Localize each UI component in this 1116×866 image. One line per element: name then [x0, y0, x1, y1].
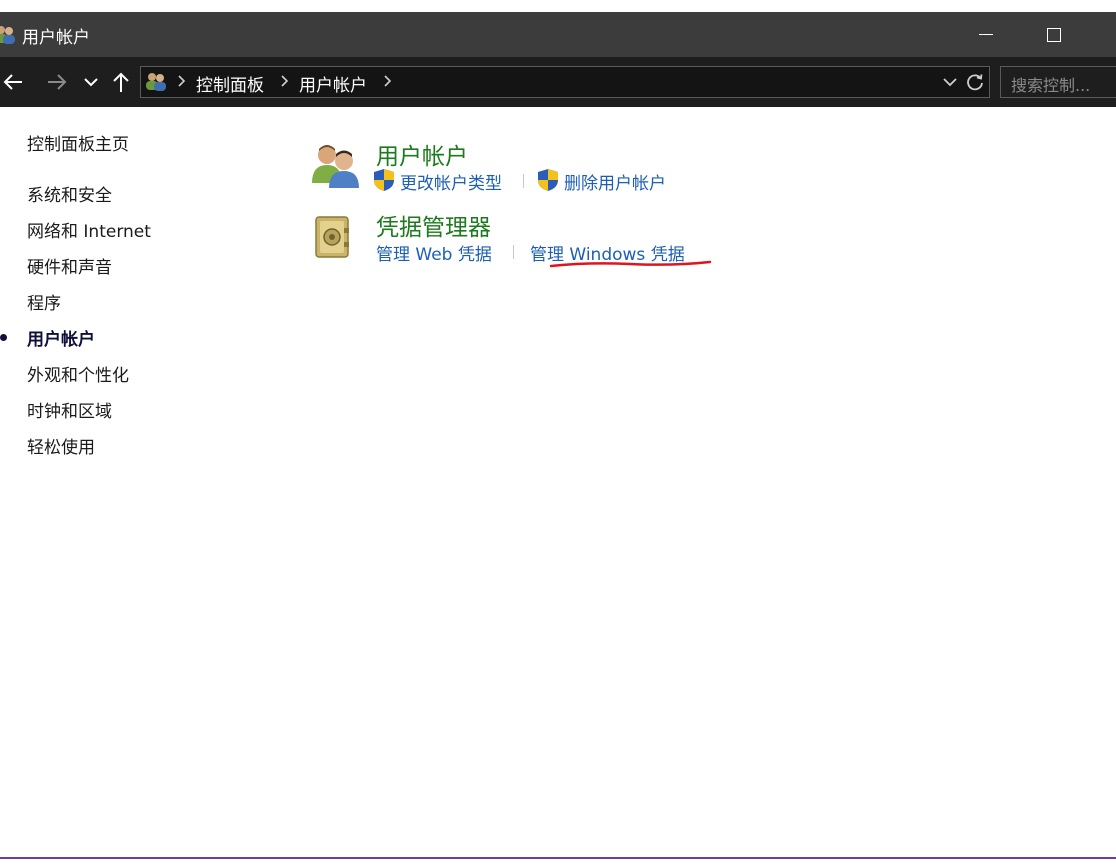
uac-shield-icon [538, 169, 558, 191]
sidebar-item-appearance[interactable]: 外观和个性化 [27, 361, 129, 386]
chevron-down-icon [84, 78, 98, 87]
arrow-up-icon [113, 72, 129, 92]
delete-user-account-link[interactable]: 删除用户帐户 [564, 169, 666, 194]
users-icon [146, 73, 166, 91]
minimize-icon [979, 34, 993, 35]
sidebar-item-home[interactable]: 控制面板主页 [27, 130, 129, 155]
sidebar-item-network-internet[interactable]: 网络和 Internet [27, 217, 151, 242]
sidebar-item-clock-region[interactable]: 时钟和区域 [27, 397, 112, 422]
section-title-user-accounts[interactable]: 用户帐户 [376, 137, 468, 171]
maximize-button[interactable] [1024, 12, 1084, 57]
refresh-icon[interactable] [965, 72, 985, 92]
back-button[interactable] [0, 68, 26, 96]
forward-button[interactable] [44, 68, 70, 96]
up-button[interactable] [110, 68, 132, 96]
title-bar[interactable]: 用户帐户 [0, 12, 1116, 57]
link-separator [523, 174, 524, 188]
search-input[interactable]: 搜索控制... [1011, 72, 1090, 96]
sidebar-item-user-accounts[interactable]: 用户帐户 [27, 325, 95, 350]
chevron-right-icon[interactable] [382, 74, 392, 88]
chevron-right-icon [178, 75, 186, 87]
arrow-left-icon [3, 74, 22, 90]
chevron-right-icon [281, 75, 289, 87]
section-title-credential-manager[interactable]: 凭据管理器 [376, 208, 491, 242]
users-icon [0, 26, 15, 44]
sidebar-item-programs[interactable]: 程序 [27, 289, 61, 314]
vault-icon [315, 216, 349, 258]
sidebar-item-ease-of-access[interactable]: 轻松使用 [27, 433, 95, 458]
sidebar-item-hardware-sound[interactable]: 硬件和声音 [27, 253, 112, 278]
active-bullet-icon [0, 334, 7, 341]
sidebar-item-system-security[interactable]: 系统和安全 [27, 181, 112, 206]
change-account-type-link[interactable]: 更改帐户类型 [400, 169, 502, 194]
recent-locations-button[interactable] [80, 68, 102, 96]
maximize-icon [1047, 27, 1061, 42]
window-title: 用户帐户 [22, 28, 90, 48]
red-underline-annotation [549, 260, 712, 268]
breadcrumb-user-accounts[interactable]: 用户帐户 [299, 71, 367, 96]
address-bar[interactable]: 控制面板 用户帐户 [140, 66, 990, 98]
uac-shield-icon [374, 169, 394, 191]
arrow-right-icon [48, 74, 67, 90]
minimize-button[interactable] [956, 12, 1016, 57]
breadcrumb-control-panel[interactable]: 控制面板 [196, 71, 264, 96]
chevron-down-icon[interactable] [943, 75, 957, 89]
navigation-bar: 控制面板 用户帐户 搜索控制... [0, 57, 1116, 107]
link-separator [513, 245, 514, 259]
window-bottom-border [0, 857, 1116, 859]
search-box[interactable]: 搜索控制... [1000, 66, 1116, 98]
users-icon [312, 145, 359, 188]
manage-web-credentials-link[interactable]: 管理 Web 凭据 [376, 240, 492, 265]
